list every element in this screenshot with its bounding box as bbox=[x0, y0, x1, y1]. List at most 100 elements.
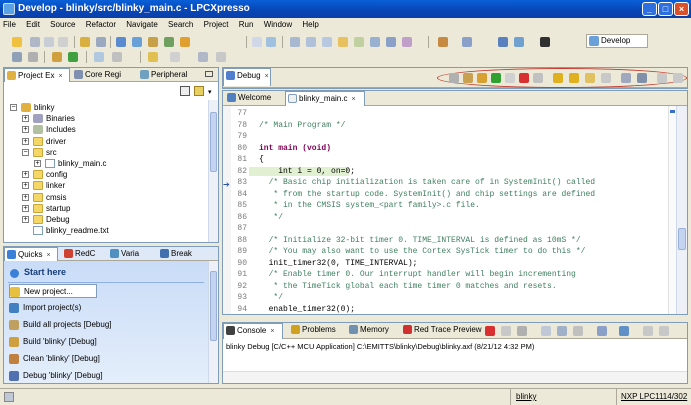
step-over-icon[interactable] bbox=[569, 73, 579, 83]
save-icon[interactable] bbox=[30, 37, 40, 47]
tab-quickstart[interactable]: Quicks × bbox=[4, 247, 58, 261]
code-line[interactable]: int i = 0, on=0; bbox=[249, 166, 355, 176]
next-annotation-icon[interactable] bbox=[148, 52, 158, 62]
close-icon[interactable]: × bbox=[265, 73, 269, 80]
register-icon[interactable] bbox=[306, 37, 316, 47]
quickstart-item[interactable]: Build 'blinky' [Debug] bbox=[9, 335, 97, 349]
scroll-lock-icon[interactable] bbox=[557, 326, 567, 336]
bug-icon[interactable] bbox=[540, 37, 550, 47]
flash-icon[interactable] bbox=[354, 37, 364, 47]
terminal-icon[interactable] bbox=[370, 37, 380, 47]
scrollbar-thumb[interactable] bbox=[210, 271, 217, 341]
code-line[interactable]: * in the CMSIS system_<part family>.c fi… bbox=[259, 201, 479, 210]
step-filter-icon[interactable] bbox=[12, 52, 22, 62]
expand-icon[interactable]: + bbox=[22, 115, 29, 123]
project-tree-scrollbar[interactable] bbox=[208, 100, 218, 242]
folder-open-icon[interactable] bbox=[338, 37, 348, 47]
quickstart-item[interactable]: Clean 'blinky' [Debug] bbox=[9, 352, 100, 366]
code-line[interactable]: /* Initialize 32-bit timer 0. TIME_INTER… bbox=[259, 236, 581, 245]
menu-window[interactable]: Window bbox=[264, 20, 292, 29]
code-line[interactable]: { bbox=[259, 155, 264, 164]
toggle-breakpoint-icon[interactable] bbox=[28, 52, 38, 62]
expand-icon[interactable]: + bbox=[22, 126, 29, 134]
tree-item-blinky-main-c[interactable]: + blinky_main.c bbox=[4, 158, 208, 169]
menu-search[interactable]: Search bbox=[168, 20, 193, 29]
menu-project[interactable]: Project bbox=[204, 20, 229, 29]
run-config-icon[interactable] bbox=[514, 37, 524, 47]
print-icon[interactable] bbox=[58, 37, 68, 47]
status-project[interactable]: blinky bbox=[516, 392, 536, 401]
home-icon[interactable] bbox=[438, 37, 448, 47]
code-line[interactable]: /* Basic chip initialization is taken ca… bbox=[259, 178, 595, 187]
expand-icon[interactable]: + bbox=[22, 137, 29, 145]
menu-help[interactable]: Help bbox=[302, 20, 318, 29]
tab-peripherals[interactable]: Peripheral bbox=[138, 68, 204, 82]
step-return-icon[interactable] bbox=[585, 73, 595, 83]
expand-icon[interactable]: + bbox=[22, 171, 29, 179]
menu-edit[interactable]: Edit bbox=[26, 20, 40, 29]
forward-icon[interactable] bbox=[216, 52, 226, 62]
maximize-button[interactable]: □ bbox=[658, 2, 673, 16]
drop-to-frame-icon[interactable] bbox=[601, 73, 611, 83]
console-hscrollbar[interactable] bbox=[223, 371, 687, 383]
code-line[interactable]: /* Enable timer 0. Our interrupt handler… bbox=[259, 270, 576, 279]
code-line[interactable]: */ bbox=[259, 213, 283, 222]
expand-icon[interactable]: + bbox=[34, 160, 41, 167]
code-area[interactable]: 77 78 /* Main Program */ 79 80 int main (void… bbox=[231, 109, 667, 314]
maximize-view-icon[interactable] bbox=[673, 73, 683, 83]
suspend-icon[interactable] bbox=[505, 73, 515, 83]
tab-problems[interactable]: Problems bbox=[289, 323, 341, 339]
menu-run[interactable]: Run bbox=[239, 20, 254, 29]
link-with-editor-icon[interactable] bbox=[194, 86, 204, 96]
close-icon[interactable]: × bbox=[58, 73, 62, 80]
tree-item-src[interactable]: − src bbox=[4, 147, 208, 158]
quickstart-scrollbar[interactable] bbox=[208, 261, 218, 383]
minimize-view-icon[interactable] bbox=[205, 71, 213, 77]
tools-icon[interactable] bbox=[112, 52, 122, 62]
console-minimize-icon[interactable] bbox=[643, 326, 653, 336]
menu-navigate[interactable]: Navigate bbox=[126, 20, 158, 29]
instruction-stepping-icon[interactable] bbox=[621, 73, 631, 83]
resume-icon[interactable] bbox=[491, 73, 501, 83]
open-type-icon[interactable] bbox=[164, 37, 174, 47]
collapse-all-icon[interactable] bbox=[180, 86, 190, 96]
tab-project-explorer[interactable]: Project Ex × bbox=[4, 68, 70, 82]
new-c-project-icon[interactable] bbox=[116, 37, 126, 47]
open-perspective-icon[interactable] bbox=[266, 37, 276, 47]
close-icon[interactable]: × bbox=[270, 328, 274, 335]
code-line[interactable]: enable_timer32(0); bbox=[259, 305, 355, 314]
tree-item-blinky[interactable]: − blinky bbox=[4, 102, 208, 113]
external-tools-icon[interactable] bbox=[94, 52, 104, 62]
scrollbar-thumb[interactable] bbox=[210, 112, 217, 172]
tree-item-driver[interactable]: + driver bbox=[4, 136, 208, 147]
tree-item-startup[interactable]: + startup bbox=[4, 203, 208, 214]
tree-item-blinky-readme-txt[interactable]: blinky_readme.txt bbox=[4, 225, 208, 236]
editor-scrollbar[interactable] bbox=[676, 106, 687, 314]
step-into-icon[interactable] bbox=[553, 73, 563, 83]
view-menu-icon[interactable] bbox=[462, 37, 472, 47]
tab-memory[interactable]: Memory bbox=[347, 323, 397, 339]
remove-terminated-icon[interactable] bbox=[449, 73, 459, 83]
tree-item-debug[interactable]: + Debug bbox=[4, 214, 208, 225]
tab-console[interactable]: Console × bbox=[223, 323, 283, 339]
collapse-icon[interactable]: − bbox=[22, 148, 29, 156]
debug-config-icon[interactable] bbox=[498, 37, 508, 47]
tab-blinky-main-c[interactable]: blinky_main.c × bbox=[285, 91, 365, 106]
expand-icon[interactable]: + bbox=[22, 193, 29, 201]
tree-item-linker[interactable]: + linker bbox=[4, 180, 208, 191]
save-all-icon[interactable] bbox=[44, 37, 54, 47]
memory-icon[interactable] bbox=[290, 37, 300, 47]
edit-icon[interactable] bbox=[148, 37, 158, 47]
clear-console-icon[interactable] bbox=[541, 326, 551, 336]
tab-red-trace-preview[interactable]: Red Trace Preview bbox=[401, 323, 487, 339]
new-icon[interactable] bbox=[12, 37, 22, 47]
tab-welcome[interactable]: Welcome bbox=[225, 91, 283, 106]
code-line[interactable]: /* You may also want to use the Cortex S… bbox=[259, 247, 586, 256]
run-icon[interactable] bbox=[68, 52, 78, 62]
restart-icon[interactable] bbox=[477, 73, 487, 83]
console-maximize-icon[interactable] bbox=[659, 326, 669, 336]
tree-item-cmsis[interactable]: + cmsis bbox=[4, 192, 208, 203]
menu-refactor[interactable]: Refactor bbox=[86, 20, 116, 29]
remove-launch-icon[interactable] bbox=[501, 326, 511, 336]
back-icon[interactable] bbox=[198, 52, 208, 62]
